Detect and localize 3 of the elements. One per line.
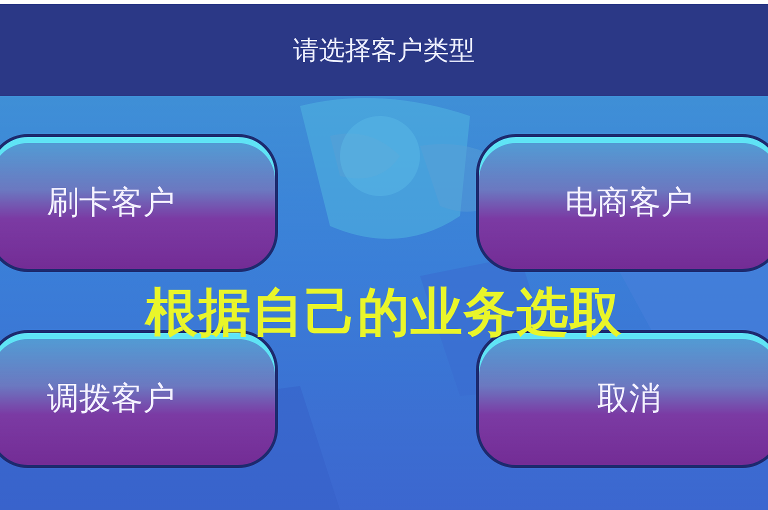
header-title: 请选择客户类型 xyxy=(293,34,475,68)
customer-type-button[interactable]: 电商客户 xyxy=(476,134,768,272)
customer-type-button[interactable]: 刷卡客户 xyxy=(0,134,278,272)
